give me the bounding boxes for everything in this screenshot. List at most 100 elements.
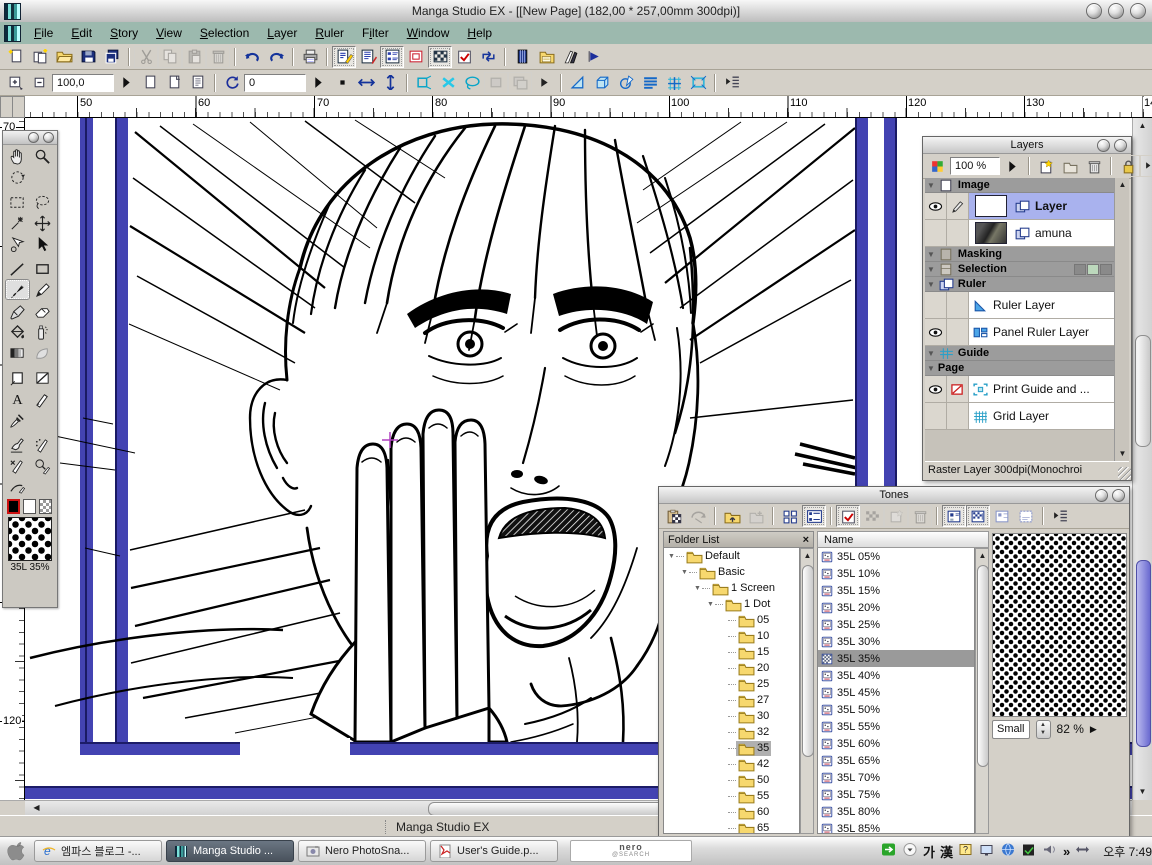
tone-item-35l40[interactable]: 35L 40% [818,667,974,684]
tones-close-button[interactable] [1112,489,1125,502]
page-text-button[interactable] [356,46,380,68]
tree-expand-icon[interactable]: ▼ [681,569,689,576]
rect-tool[interactable] [30,258,55,279]
frame-red-button[interactable] [404,46,428,68]
bucket-tool[interactable] [5,321,30,342]
save-button[interactable] [76,46,100,68]
no-print-cell[interactable] [947,376,969,402]
1000-field[interactable]: 100,0 [52,74,114,92]
vertical-scroll-blue-thumb[interactable] [1136,560,1151,747]
tree-item-35[interactable]: 35 [664,740,799,756]
layer-row-ruler-layer[interactable]: Ruler Layer [925,292,1115,319]
color-grid-button[interactable] [926,155,950,177]
zoom-pen-tool[interactable] [30,455,55,476]
t-ruler-button[interactable] [638,72,662,94]
group-collapse-icon[interactable]: ▼ [927,265,935,274]
tone-item-35l35[interactable]: 35L 35% [818,650,974,667]
menu-help[interactable]: Help [458,24,501,42]
vertical-scroll-thumb[interactable] [1135,335,1151,447]
edit-cell[interactable] [947,292,969,318]
tree-item-27[interactable]: 27 [664,692,799,708]
tone-item-35l45[interactable]: 35L 45% [818,684,974,701]
marquee-tool[interactable] [5,191,30,212]
menu-list-button[interactable] [720,72,744,94]
layer-row-grid-layer[interactable]: Grid Layer [925,403,1115,430]
checker-button[interactable] [860,505,884,527]
layer-row-panel-ruler-layer[interactable]: Panel Ruler Layer [925,319,1115,346]
layers-collapse-button[interactable] [1097,139,1110,152]
tree-item-60[interactable]: 60 [664,804,799,820]
size-stepper[interactable]: ▲▼ [1036,720,1051,739]
layers-scrollbar[interactable]: ▲ ▼ [1114,178,1129,461]
layers-scroll-down-icon[interactable]: ▼ [1115,447,1130,461]
lock-button[interactable] [1116,155,1140,177]
layer-thumbnail[interactable] [975,222,1007,244]
folder-list-close-icon[interactable]: × [803,534,809,546]
visibility-cell[interactable] [925,292,947,318]
pencil-tool[interactable] [30,279,55,300]
tray-app[interactable] [1021,842,1037,860]
tone-item-35l50[interactable]: 35L 50% [818,701,974,718]
tone-item-35l30[interactable]: 35L 30% [818,633,974,650]
scroll-down-icon[interactable]: ▼ [1135,785,1150,799]
tree-expand-icon[interactable]: ▼ [668,553,676,560]
layers-scroll-up-icon[interactable]: ▲ [1115,178,1130,192]
menu-window[interactable]: Window [398,24,459,42]
tree-item-basic[interactable]: ▼Basic [664,564,799,580]
airbrush-tool[interactable] [30,321,55,342]
checkbox-button[interactable] [452,46,476,68]
spin-button[interactable] [306,72,330,94]
list-view-button[interactable] [380,46,404,68]
tray-display[interactable] [979,842,995,860]
lasso-tool[interactable] [30,191,55,212]
menu-ruler[interactable]: Ruler [306,24,353,42]
tree-item-default[interactable]: ▼Default [664,548,799,564]
page-pen-button[interactable] [332,46,356,68]
cut-button[interactable] [134,46,158,68]
cylinder-button[interactable] [510,46,534,68]
t-tri-button[interactable] [566,72,590,94]
eyedropper-tool[interactable] [5,409,30,430]
line-tool[interactable] [5,258,30,279]
100-field[interactable]: 100 % [950,157,1000,175]
vertical-scrollbar[interactable]: ▲ ▼ [1132,118,1152,800]
undo-button[interactable] [240,46,264,68]
layer-row-print-guide-and----[interactable]: Print Guide and ... [925,376,1115,403]
curve-pen-tool[interactable] [5,476,30,497]
layers-close-button[interactable] [1114,139,1127,152]
tone-item-35l05[interactable]: 35L 05% [818,548,974,565]
move-tool[interactable] [30,212,55,233]
task-nero-photo[interactable]: Nero PhotoSna... [298,840,426,862]
folder-up-button[interactable] [720,505,744,527]
tray-text[interactable]: 가 [923,842,935,861]
tone-item-35l20[interactable]: 35L 20% [818,599,974,616]
visibility-cell[interactable] [925,319,947,345]
tree-item-1-dot[interactable]: ▼1 Dot [664,596,799,612]
layer-row-amuna[interactable]: amuna [925,220,1115,247]
tree-scroll-up-icon[interactable]: ▲ [800,549,815,563]
menu-layer[interactable]: Layer [258,24,306,42]
tone-list-scrollbar[interactable]: ▲ [975,548,989,834]
tree-item-15[interactable]: 15 [664,644,799,660]
transfer-button[interactable] [476,46,500,68]
menu-selection[interactable]: Selection [191,24,258,42]
tone-item-35l85[interactable]: 35L 85% [818,820,974,834]
edit-cell[interactable] [947,403,969,429]
arrow-tool[interactable] [30,233,55,254]
transparent-swatch[interactable] [39,499,52,514]
eraser-tool[interactable] [30,300,55,321]
layers-palette-titlebar[interactable]: Layers [923,137,1131,154]
tone-item-35l55[interactable]: 35L 55% [818,718,974,735]
menu-story[interactable]: Story [101,24,147,42]
pen-tool[interactable] [5,279,30,300]
nero-search-box[interactable]: nero @SEARCH [570,840,692,862]
opt-a-button[interactable] [942,505,966,527]
tree-item-30[interactable]: 30 [664,708,799,724]
t-frame-button[interactable] [686,72,710,94]
group-collapse-icon[interactable]: ▼ [927,349,935,358]
print-button[interactable] [298,46,322,68]
menu-edit[interactable]: Edit [62,24,101,42]
flip-h-button[interactable] [354,72,378,94]
hand-pen-tool[interactable] [5,434,30,455]
task-ie[interactable]: e엠파스 블로그 -... [34,840,162,862]
